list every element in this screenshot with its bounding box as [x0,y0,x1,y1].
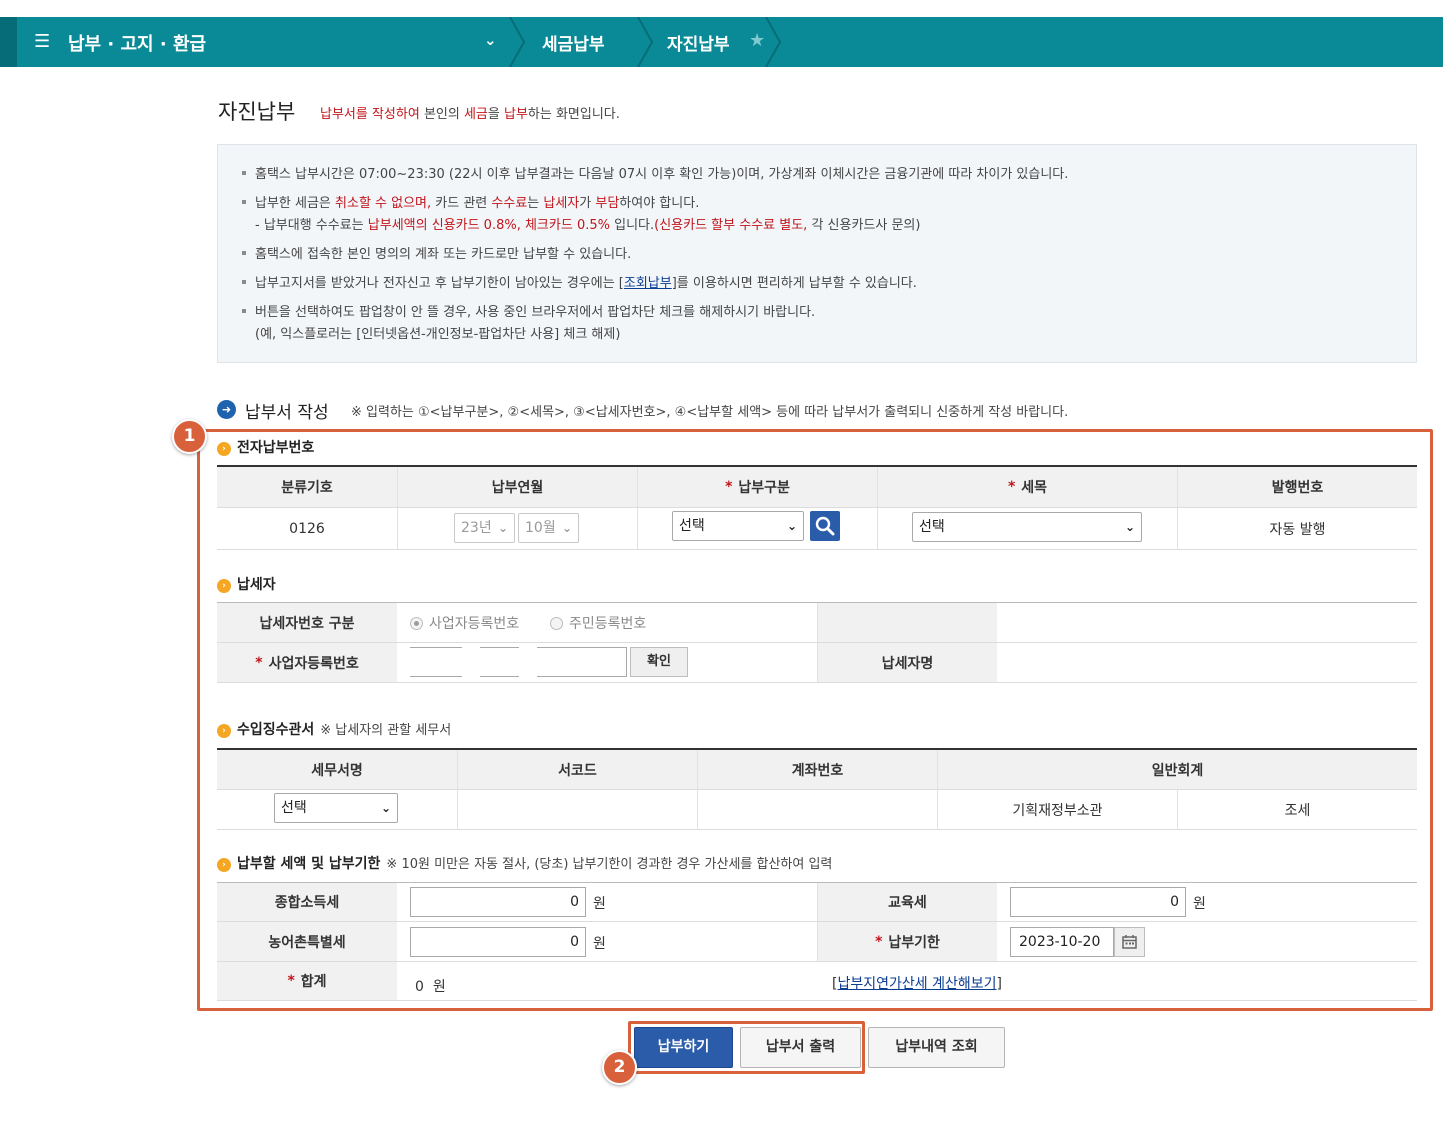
chevron-down-icon[interactable]: ⌄ [484,31,497,49]
menu-icon[interactable]: ☰ [34,31,50,52]
breadcrumb-self-payment[interactable]: 자진납부 [667,30,730,55]
top-nav-bar: ☰ 납부 · 고지 · 환급 ⌄ 세금납부 자진납부 ★ [0,17,1443,67]
step-badge-2: 2 [602,1050,637,1085]
notice-line: (예, 익스플로러는 [인터넷옵션-개인정보-팝업차단 사용] 체크 해제) [255,327,621,342]
arrow-right-icon: ➜ [217,400,236,419]
favorite-star-icon[interactable]: ★ [749,30,765,51]
notice-line: 홈택스 납부시간은 07:00~23:30 (22시 이후 납부결과는 다음날 … [242,163,1068,182]
notice-line: - 납부대행 수수료는 납부세액의 신용카드 0.8%, 체크카드 0.5% 입… [255,218,921,233]
breadcrumb-tax-payment[interactable]: 세금납부 [542,30,605,55]
notice-box: 홈택스 납부시간은 07:00~23:30 (22시 이후 납부결과는 다음날 … [217,144,1417,363]
notice-line: 납부고지서를 받았거나 전자신고 후 납부기한이 남아있는 경우에는 [조회납부… [242,272,917,291]
payment-history-button[interactable]: 납부내역 조회 [868,1027,1005,1068]
page-title: 자진납부 [218,100,296,124]
notice-line: 버튼을 선택하여도 팝업창이 안 뜰 경우, 사용 중인 브라우저에서 팝업차단… [242,301,815,320]
notice-line: 납부한 세금은 취소할 수 없으며, 카드 관련 수수료는 납세자가 부담하여야… [242,192,699,211]
breadcrumb-separator [636,17,654,67]
inquiry-payment-link[interactable]: 조회납부 [624,276,672,291]
highlight-box-form [197,429,1433,1011]
nav-title[interactable]: 납부 · 고지 · 환급 [68,30,206,56]
notice-line: 홈택스에 접속한 본인 명의의 계좌 또는 카드로만 납부할 수 있습니다. [242,243,631,262]
breadcrumb-separator [508,17,526,67]
step-badge-1: 1 [172,419,207,454]
nav-left-accent [0,17,17,67]
highlight-box-buttons [628,1021,865,1074]
breadcrumb-separator [764,17,782,67]
page-description: 납부서를 작성하여 본인의 세금을 납부하는 화면입니다. [320,107,620,122]
